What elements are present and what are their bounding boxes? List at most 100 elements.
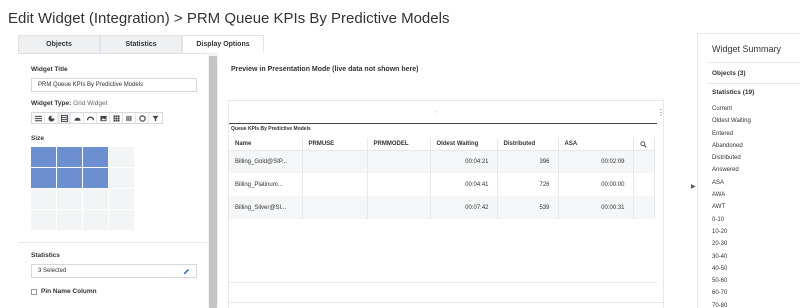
widget-title-input[interactable]: PRM Queue KPIs By Predictive Models [31,78,197,92]
cell-empty [633,196,655,219]
column-header[interactable]: Name [229,138,303,151]
size-cell[interactable] [31,147,56,167]
list-item: 50-60 [712,278,728,285]
size-cell[interactable] [109,168,134,188]
size-cell[interactable] [31,168,56,188]
gauge-icon[interactable] [71,113,84,123]
cell-prmmodel [367,196,431,219]
size-cell[interactable] [83,168,108,188]
table-row[interactable]: Billing_Silver@SI... 00:07:42 539 00:00:… [229,196,655,219]
list-icon[interactable] [32,113,45,123]
list-item: 70-80 [712,302,728,308]
summary-title: Widget Summary [712,44,782,54]
cell-oldest-waiting: 00:07:42 [430,196,498,219]
cell-oldest-waiting: 00:04:41 [430,173,498,196]
table-row[interactable]: Billing_Gold@SIP... 00:04:21 396 00:02:0… [229,150,655,173]
size-cell[interactable] [109,189,134,209]
cell-distributed: 726 [497,173,559,196]
list-item: Answered [712,167,739,174]
list-item: AWA [712,192,726,199]
list-item: Current [712,106,733,112]
more-options-icon[interactable]: ⋮ [657,109,665,117]
list-item: Abandoned [712,142,743,149]
tab-objects[interactable]: Objects [18,35,100,53]
size-label: Size [31,135,45,142]
summary-divider [707,83,800,84]
page-title: Edit Widget (Integration) > PRM Queue KP… [8,10,450,27]
image-icon[interactable] [97,113,110,123]
table-row[interactable]: Billing_Platinum... 00:04:41 726 00:00:0… [229,173,655,196]
column-header[interactable]: ASA [558,138,634,151]
expand-panel-icon[interactable]: ▶ [691,183,696,190]
gauge-alt-icon[interactable] [84,113,97,123]
filter-icon[interactable] [149,113,162,123]
list-item: 40-50 [712,265,728,272]
search-icon [640,140,647,148]
widget-type-label-text: Widget Type: [31,100,72,107]
caption-divider [229,123,657,124]
column-header[interactable]: Oldest Waiting [430,138,498,151]
pin-name-checkbox[interactable] [31,288,37,295]
display-options-panel: Widget Title PRM Queue KPIs By Predictiv… [18,53,207,308]
tab-statistics[interactable]: Statistics [100,35,182,53]
size-cell[interactable] [31,189,56,209]
grid-search-button[interactable] [633,138,654,150]
cell-prmmodel [367,150,431,173]
list-item: 20-30 [712,241,728,248]
list-item: 0-10 [712,216,725,223]
tab-display-options[interactable]: Display Options [182,35,264,53]
widget-preview: ∷ ⋮ Queue KPIs By Predictive Models Name… [228,100,665,308]
left-panel-scroll-thumb[interactable] [209,56,217,308]
summary-objects[interactable]: Objects (3) [712,70,746,77]
list-item: ASA [712,179,725,186]
column-header[interactable]: PRMUSE [302,138,368,151]
list-item: 60-70 [712,290,728,297]
cell-asa: 00:00:00 [558,173,634,196]
list-item: Oldest Waiting [712,118,751,125]
list-item: Entered [712,130,734,137]
pin-name-label: Pin Name Column [41,288,97,295]
pin-name-column-option[interactable]: Pin Name Column [31,288,97,295]
donut-icon[interactable] [136,113,149,123]
size-cell[interactable] [57,210,82,230]
size-cell[interactable] [57,168,82,188]
cell-name: Billing_Gold@SIP... [229,150,303,173]
tiles-icon[interactable] [110,113,123,123]
size-cell[interactable] [57,147,82,167]
pie-icon[interactable] [45,113,58,123]
size-cell[interactable] [31,210,56,230]
widget-type-label: Widget Type: Grid Widget [31,100,107,107]
size-cell[interactable] [57,189,82,209]
column-header[interactable]: PRMMODEL [367,138,431,151]
summary-statistics[interactable]: Statistics (19) [712,89,754,96]
cell-prmuse [302,196,368,219]
cell-distributed: 539 [497,196,559,219]
summary-divider [707,62,800,63]
preview-title: Preview in Presentation Mode (live data … [231,66,419,73]
widget-title-label: Widget Title [31,66,68,73]
widget-caption: Queue KPIs By Predictive Models [231,126,311,132]
statistics-field[interactable]: 3 Selected [31,264,197,278]
size-cell[interactable] [83,147,108,167]
size-cell[interactable] [83,189,108,209]
cell-prmuse [302,173,368,196]
cell-asa: 00:00:31 [558,196,634,219]
cell-name: Billing_Platinum... [229,173,303,196]
cell-name: Billing_Silver@SI... [229,196,303,219]
drag-handle-icon[interactable]: ∷ [434,110,437,116]
statistics-label: Statistics [31,252,60,259]
cell-distributed: 396 [497,150,559,173]
size-cell[interactable] [83,210,108,230]
preview-divider [228,302,664,303]
grid-icon[interactable] [58,113,71,123]
size-selector[interactable] [31,147,134,230]
list-item: 30-40 [712,253,728,260]
column-header[interactable]: Distributed [497,138,559,151]
size-cell[interactable] [109,210,134,230]
size-cell[interactable] [109,147,134,167]
cell-empty [633,173,655,196]
grid-bottom-border [229,282,657,283]
pencil-icon[interactable] [183,268,190,275]
bars-icon[interactable] [123,113,136,123]
list-item: AWT [712,204,726,211]
